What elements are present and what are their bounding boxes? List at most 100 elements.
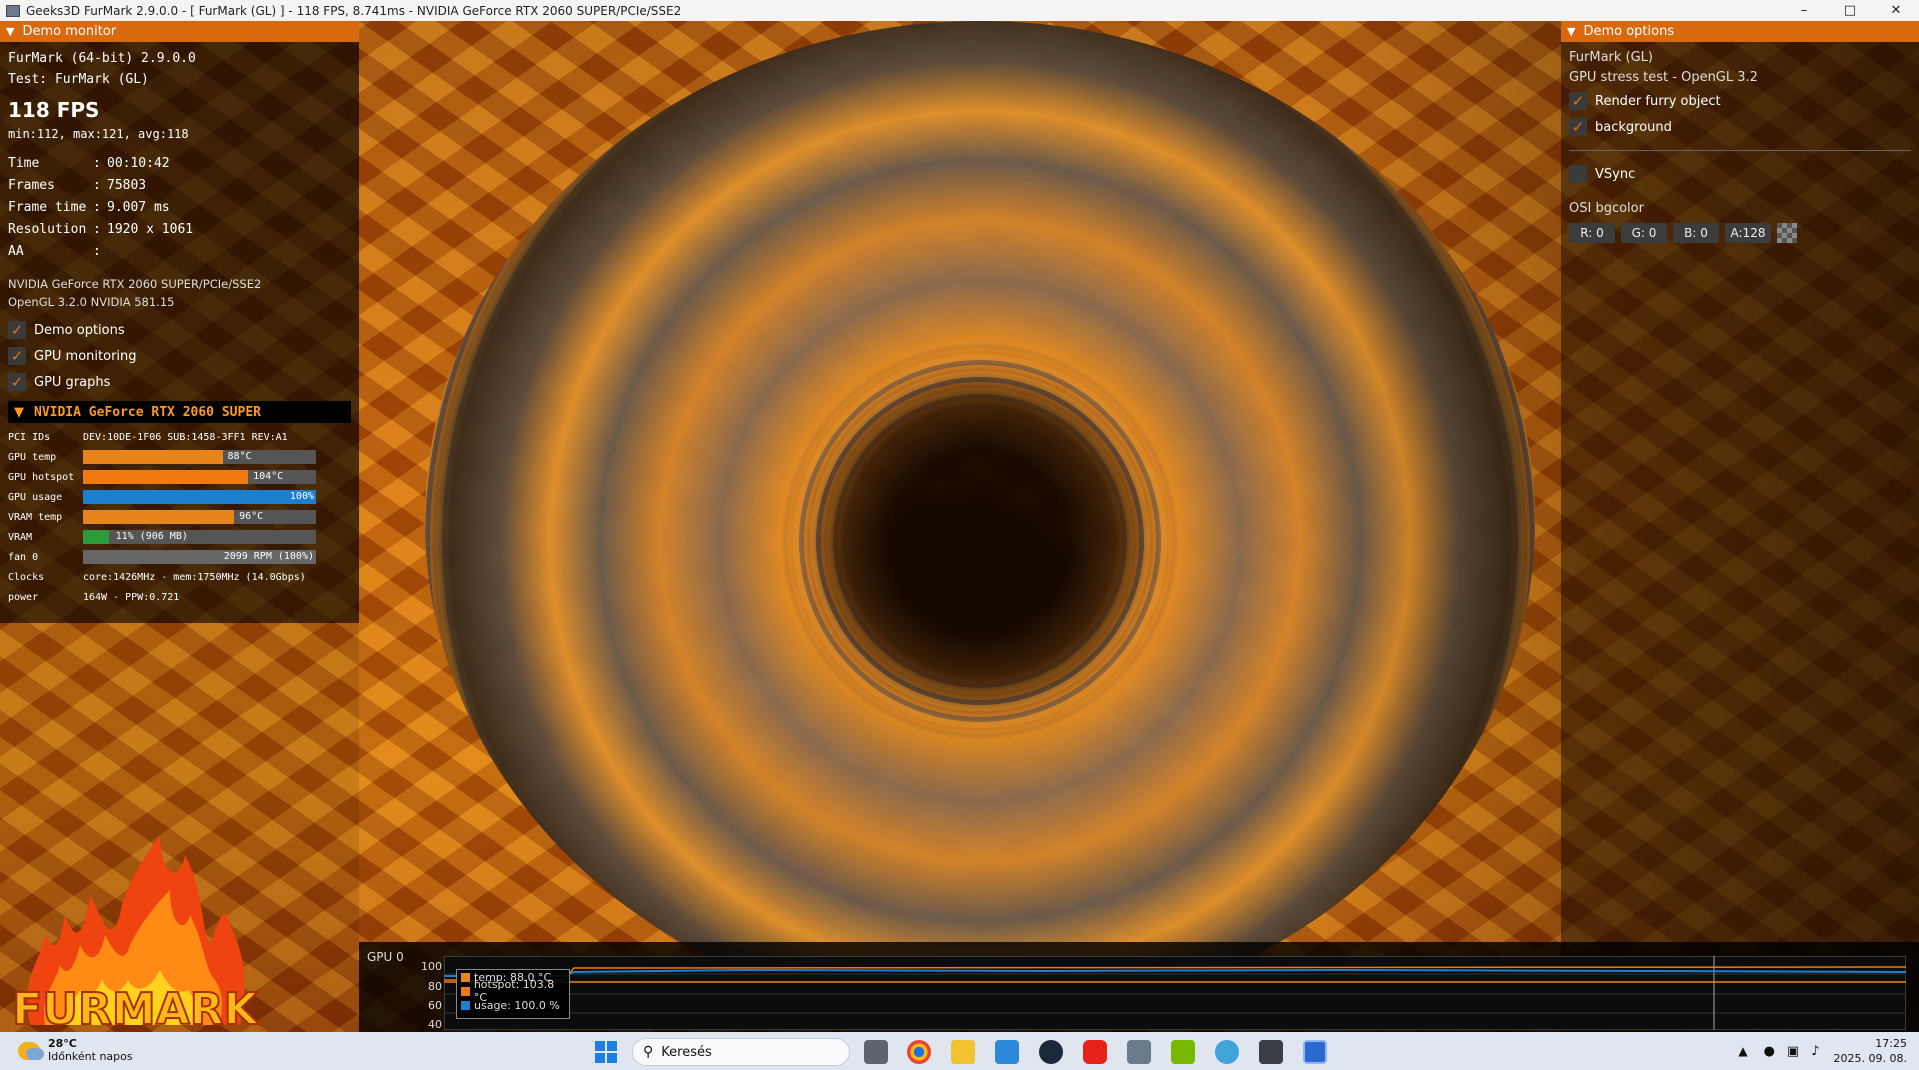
checkbox-label: background	[1595, 119, 1672, 135]
color-r-field[interactable]: R: 0	[1569, 223, 1615, 243]
metric-bar-fill	[83, 510, 235, 524]
network-icon[interactable]: ▣	[1787, 1044, 1799, 1059]
calculator-icon[interactable]	[1127, 1040, 1151, 1064]
globe-icon[interactable]	[1215, 1040, 1239, 1064]
checkmark-icon: ✓	[8, 347, 26, 365]
stat-sep: :	[93, 156, 101, 171]
close-button[interactable]: ✕	[1873, 0, 1919, 21]
stat-sep: :	[93, 222, 101, 237]
checkmark-icon: ✓	[8, 373, 26, 391]
vsync-checkbox[interactable]: VSync	[1569, 161, 1911, 187]
metric-bar: 2099 RPM (100%)	[83, 550, 316, 564]
weather-icon	[18, 1041, 44, 1060]
store-icon[interactable]	[995, 1040, 1019, 1064]
color-b-field[interactable]: B: 0	[1673, 223, 1719, 243]
metric-value: 104°C	[253, 471, 284, 482]
checkbox-gpu-graphs[interactable]: ✓ GPU graphs	[8, 369, 351, 395]
app-icon	[6, 4, 20, 17]
weather-widget[interactable]: 28°C Időnként napos	[18, 1037, 133, 1064]
stat-row: AA:	[8, 241, 351, 263]
metric-bar: 96°C	[83, 510, 316, 524]
stat-key: Frame time	[8, 200, 87, 215]
gpu-metric-row: GPU usage 100%	[8, 487, 351, 507]
fps-stats: min:112, max:121, avg:118	[8, 127, 189, 141]
power-row: power 164W - PPW:0.721	[8, 587, 351, 607]
legend-item: usage: 100.0 %	[457, 998, 569, 1012]
checkmark-icon: ✓	[1569, 92, 1587, 110]
metric-value: 88°C	[227, 451, 252, 462]
checkmark-icon: ✓	[8, 321, 26, 339]
app-icon[interactable]	[1259, 1040, 1283, 1064]
renderer-string: NVIDIA GeForce RTX 2060 SUPER/PCIe/SSE2	[8, 277, 262, 291]
stat-sep: :	[93, 178, 101, 193]
chevron-up-icon[interactable]: ▲	[1738, 1044, 1747, 1058]
start-button[interactable]	[594, 1040, 618, 1064]
clock-time: 17:25	[1875, 1037, 1907, 1050]
furmark-taskbar-icon[interactable]	[1303, 1040, 1327, 1064]
logo-text: FURMARK	[12, 984, 259, 1032]
demo-description: GPU stress test - OpenGL 3.2	[1569, 70, 1758, 85]
collapse-triangle-icon: ▼	[14, 404, 24, 420]
legend-swatch	[461, 1000, 470, 1010]
checkbox-label: GPU graphs	[34, 374, 111, 390]
chrome-icon[interactable]	[907, 1040, 931, 1064]
system-tray: ▲ ● ▣ ♪ 17:25 2025. 09. 08.	[1728, 1032, 1919, 1070]
maximize-button[interactable]: □	[1827, 0, 1873, 21]
graph-title: GPU 0	[367, 950, 404, 964]
clocks-row: Clocks core:1426MHz - mem:1750MHz (14.0G…	[8, 567, 351, 587]
metric-label: VRAM	[8, 531, 33, 543]
demo-options-title: Demo options	[1583, 24, 1675, 39]
file-explorer-icon[interactable]	[951, 1040, 975, 1064]
color-swatch[interactable]	[1777, 223, 1797, 243]
minimize-icon: –	[1800, 3, 1808, 18]
stat-row: Frame time:9.007 ms	[8, 197, 351, 219]
notification-icon[interactable]: ●	[1764, 1044, 1775, 1059]
collapse-triangle-icon: ▼	[1567, 25, 1576, 38]
nvidia-icon[interactable]	[1171, 1040, 1195, 1064]
y-tick-60: 60	[428, 999, 442, 1012]
checkbox-demo-options[interactable]: ✓ Demo options	[8, 317, 351, 343]
graph-legend: temp: 88.0 °C hotspot: 103.8 °C usage: 100…	[456, 969, 570, 1019]
stat-value: 9.007 ms	[107, 200, 170, 215]
metric-label: GPU usage	[8, 491, 63, 503]
color-a-field[interactable]: A:128	[1725, 223, 1771, 243]
steam-icon[interactable]	[1039, 1040, 1063, 1064]
checkbox-render-furry-object[interactable]: ✓ Render furry object	[1569, 88, 1911, 114]
gpu-metric-row: VRAM temp 96°C	[8, 507, 351, 527]
stats-list: Time:00:10:42 Frames:75803 Frame time:9.00…	[8, 153, 351, 263]
clocks-label: Clocks	[8, 571, 45, 583]
demo-monitor-header[interactable]: ▼ Demo monitor	[0, 21, 359, 42]
metric-label: GPU hotspot	[8, 471, 75, 483]
demo-options-panel: ▼ Demo options FurMark (GL) GPU stress t…	[1561, 21, 1919, 1032]
stat-row: Resolution:1920 x 1061	[8, 219, 351, 241]
y-tick-40: 40	[428, 1018, 442, 1031]
volume-icon[interactable]: ♪	[1811, 1044, 1819, 1059]
y-tick-100: 100	[421, 960, 442, 973]
fps-value: 118 FPS	[8, 98, 100, 122]
checkbox-label: Render furry object	[1595, 93, 1721, 109]
stat-key: AA	[8, 244, 24, 259]
minimize-button[interactable]: –	[1781, 0, 1827, 21]
legend-swatch	[461, 972, 470, 982]
taskbar-search[interactable]: ⚲ Keresés	[632, 1038, 850, 1066]
divider	[1569, 150, 1911, 151]
collapse-triangle-icon: ▼	[6, 25, 15, 38]
demo-options-header[interactable]: ▼ Demo options	[1561, 21, 1919, 42]
search-icon: ⚲	[643, 1044, 654, 1060]
vsync-label: VSync	[1595, 166, 1636, 182]
pci-value: DEV:10DE-1F06 SUB:1458-3FF1 REV:A1	[83, 431, 288, 443]
youtube-icon[interactable]	[1083, 1040, 1107, 1064]
checkbox-label: Demo options	[34, 322, 125, 338]
color-g-field[interactable]: G: 0	[1621, 223, 1667, 243]
task-view-icon[interactable]	[864, 1040, 888, 1064]
stat-value: 1920 x 1061	[107, 222, 194, 237]
checkbox-gpu-monitoring[interactable]: ✓ GPU monitoring	[8, 343, 351, 369]
options-checkboxes: ✓ Render furry object ✓ background	[1569, 88, 1911, 140]
gpu-section-header[interactable]: ▼ NVIDIA GeForce RTX 2060 SUPER	[8, 401, 351, 423]
test-name: Test: FurMark (GL)	[8, 72, 149, 87]
gpu-name: NVIDIA GeForce RTX 2060 SUPER	[34, 404, 261, 420]
taskbar: 28°C Időnként napos ⚲ Keresés ▲ ● ▣ ♪ 17…	[0, 1032, 1919, 1070]
maximize-icon: □	[1843, 3, 1857, 18]
checkbox-background[interactable]: ✓ background	[1569, 114, 1911, 140]
clock[interactable]: 17:25 2025. 09. 08.	[1834, 1036, 1907, 1066]
